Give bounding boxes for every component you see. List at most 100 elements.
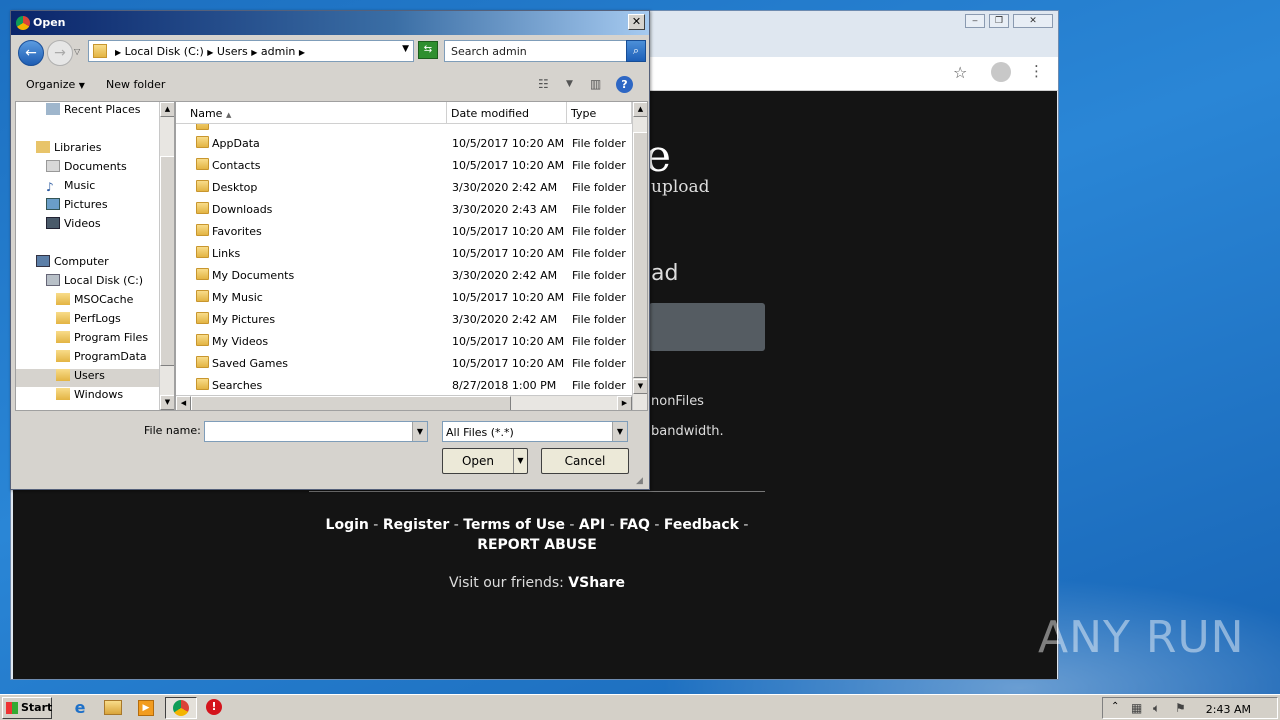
footer-link-api[interactable]: API (579, 517, 605, 533)
table-row[interactable]: My Music 10/5/2017 10:20 AM File folder (176, 286, 632, 308)
breadcrumb-admin[interactable]: admin (261, 45, 295, 58)
scroll-right-icon[interactable]: ▶ (617, 396, 632, 410)
bookmark-star-icon[interactable]: ☆ (953, 63, 967, 82)
new-folder-button[interactable]: New folder (106, 78, 165, 91)
minimize-button[interactable]: ‒ (965, 14, 985, 28)
recent-locations-chevron-icon[interactable]: ▽ (74, 47, 80, 56)
taskbar-chrome-button[interactable] (165, 697, 197, 719)
column-header-name[interactable]: Name ▲ (176, 102, 447, 124)
scroll-thumb[interactable] (633, 132, 647, 378)
start-button[interactable]: Start (2, 697, 52, 719)
file-name-field[interactable]: ▼ (204, 421, 428, 442)
scroll-thumb[interactable] (191, 396, 511, 410)
organize-button[interactable]: Organize ▼ (26, 78, 85, 91)
file-date-modified: 3/30/2020 2:42 AM (452, 269, 558, 282)
internet-explorer-icon[interactable]: e (70, 698, 90, 718)
friends-link-vshare[interactable]: VShare (568, 575, 625, 591)
footer-link-feedback[interactable]: Feedback (664, 517, 739, 533)
sidebar-item-documents[interactable]: Documents (46, 160, 127, 178)
file-name: Searches (212, 379, 263, 392)
chevron-down-icon[interactable]: ▼ (412, 422, 427, 441)
network-icon[interactable]: ▦ (1131, 701, 1142, 715)
sidebar-item-computer[interactable]: Computer (36, 255, 109, 273)
address-bar[interactable]: ▶ Local Disk (C:) ▶ Users ▶ admin ▶ ▼ (88, 40, 414, 62)
page-upload-button[interactable] (649, 303, 765, 351)
search-input[interactable]: Search admin (444, 40, 628, 62)
show-hidden-icons-icon[interactable]: ⌃ (1111, 701, 1119, 712)
table-row[interactable]: My Pictures 3/30/2020 2:42 AM File folder (176, 308, 632, 330)
refresh-icon[interactable]: ⇆ (418, 41, 438, 59)
table-row[interactable]: Saved Games 10/5/2017 10:20 AM File folder (176, 352, 632, 374)
open-options-chevron-icon[interactable]: ▼ (513, 449, 527, 473)
profile-avatar-icon[interactable] (991, 62, 1011, 82)
volume-icon[interactable]: 🔈︎ (1153, 701, 1160, 716)
column-header-type[interactable]: Type (567, 102, 632, 124)
preview-pane-icon[interactable]: ▥ (590, 77, 601, 91)
file-type-select[interactable]: All Files (*.*) ▼ (442, 421, 628, 442)
table-row[interactable]: Contacts 10/5/2017 10:20 AM File folder (176, 154, 632, 176)
sidebar-item-libraries[interactable]: Libraries (36, 141, 102, 159)
footer-link-faq[interactable]: FAQ (619, 517, 650, 533)
back-arrow-icon[interactable]: ← (18, 40, 44, 66)
resize-grip-icon[interactable]: ◢ (636, 476, 643, 486)
scroll-left-icon[interactable]: ◀ (176, 396, 191, 410)
footer-link-login[interactable]: Login (326, 517, 369, 533)
breadcrumb-users[interactable]: Users (217, 45, 248, 58)
help-icon[interactable]: ? (616, 76, 633, 93)
table-row[interactable]: AppData 10/5/2017 10:20 AM File folder (176, 132, 632, 154)
sidebar-item-videos[interactable]: Videos (46, 217, 101, 235)
table-row[interactable]: My Videos 10/5/2017 10:20 AM File folder (176, 330, 632, 352)
dialog-close-button[interactable]: ✕ (628, 14, 645, 30)
breadcrumb-local-disk[interactable]: Local Disk (C:) (125, 45, 204, 58)
folder-icon (196, 268, 209, 280)
table-row[interactable]: Desktop 3/30/2020 2:42 AM File folder (176, 176, 632, 198)
menu-dots-icon[interactable]: ⋮ (1029, 62, 1044, 80)
sidebar-item-users[interactable]: Users (16, 369, 159, 387)
cancel-button[interactable]: Cancel (541, 448, 629, 474)
table-row[interactable]: Favorites 10/5/2017 10:20 AM File folder (176, 220, 632, 242)
view-dropdown-icon[interactable]: ▼ (566, 79, 573, 89)
scroll-thumb[interactable] (160, 156, 174, 366)
sidebar-item-music[interactable]: ♪ Music (46, 179, 95, 197)
scroll-up-icon[interactable]: ▲ (160, 102, 174, 117)
media-player-icon[interactable]: ▶ (138, 700, 154, 716)
search-icon[interactable]: ⌕ (626, 40, 646, 62)
restore-button[interactable]: ❐ (989, 14, 1009, 28)
sidebar-item-program-files[interactable]: Program Files (56, 331, 148, 349)
view-options-icon[interactable]: ☷ (538, 77, 549, 91)
file-list-horizontal-scrollbar[interactable]: ◀ ▶ (176, 395, 632, 410)
browser-close-button[interactable]: ✕ (1013, 14, 1053, 28)
action-center-flag-icon[interactable]: ⚑ (1175, 701, 1186, 715)
table-row[interactable]: Searches 8/27/2018 1:00 PM File folder (176, 374, 632, 396)
sidebar-item-pictures[interactable]: Pictures (46, 198, 108, 216)
chevron-down-icon[interactable]: ▼ (612, 422, 627, 441)
scroll-down-icon[interactable]: ▼ (633, 379, 647, 394)
sidebar-item-windows[interactable]: Windows (56, 388, 123, 406)
table-row[interactable]: Links 10/5/2017 10:20 AM File folder (176, 242, 632, 264)
antivirus-alert-icon[interactable]: ! (206, 699, 222, 715)
clock[interactable]: 2:43 AM (1206, 703, 1251, 716)
sidebar-item-recent-places[interactable]: Recent Places (46, 103, 141, 121)
sidebar-item-programdata[interactable]: ProgramData (56, 350, 147, 368)
navigation-scrollbar[interactable]: ▲ ▼ (159, 102, 174, 410)
sidebar-item-perflogs[interactable]: PerfLogs (56, 312, 121, 330)
address-dropdown-icon[interactable]: ▼ (402, 44, 409, 54)
scroll-down-icon[interactable]: ▼ (160, 395, 174, 410)
footer-link-report-abuse[interactable]: REPORT ABUSE (477, 537, 597, 553)
forward-arrow-icon[interactable]: → (47, 40, 73, 66)
sidebar-item-local-disk[interactable]: Local Disk (C:) (46, 274, 143, 292)
scroll-up-icon[interactable]: ▲ (633, 102, 647, 117)
open-button[interactable]: Open ▼ (442, 448, 528, 474)
column-header-date[interactable]: Date modified (447, 102, 567, 124)
footer-link-terms[interactable]: Terms of Use (463, 517, 565, 533)
file-list-vertical-scrollbar[interactable]: ▲ ▼ (632, 102, 647, 410)
footer-link-register[interactable]: Register (383, 517, 450, 533)
table-row-partial[interactable] (176, 124, 632, 132)
page-subheading-fragment: upload (651, 177, 710, 197)
taskbar: Start e ▶ ! ⌃ ▦ 🔈︎ ⚑ 2:43 AM (0, 694, 1280, 720)
sidebar-item-msocache[interactable]: MSOCache (56, 293, 133, 311)
file-explorer-icon[interactable] (104, 700, 122, 715)
table-row[interactable]: Downloads 3/30/2020 2:43 AM File folder (176, 198, 632, 220)
dialog-titlebar[interactable]: Open ✕ (11, 11, 649, 35)
table-row[interactable]: My Documents 3/30/2020 2:42 AM File folder (176, 264, 632, 286)
